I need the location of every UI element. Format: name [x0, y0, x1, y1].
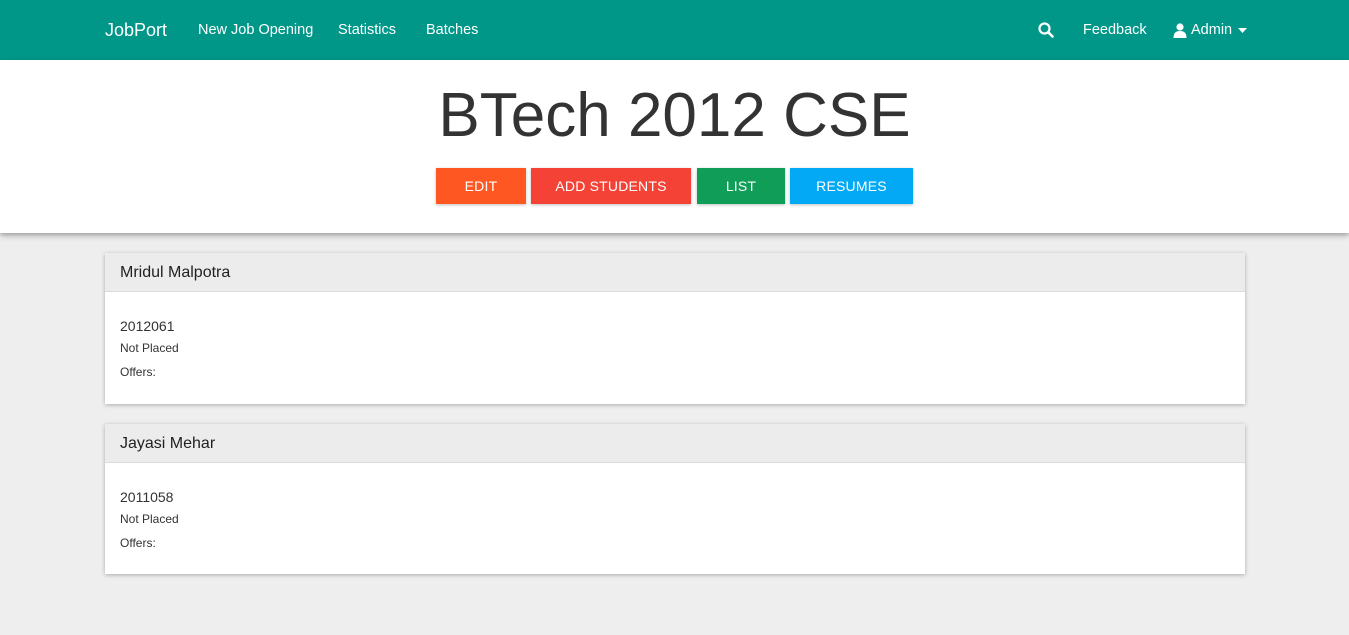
- offers-label: Offers:: [120, 365, 156, 379]
- search-icon[interactable]: [1037, 21, 1055, 39]
- admin-label: Admin: [1191, 22, 1233, 38]
- student-card: Mridul Malpotra 2012061 Not Placed Offer…: [105, 253, 1245, 404]
- offers-label: Offers:: [120, 536, 156, 550]
- student-card: Jayasi Mehar 2011058 Not Placed Offers:: [105, 424, 1245, 574]
- top-navbar: JobPort New Job Opening Statistics Batch…: [0, 0, 1349, 60]
- student-roll-number: 2012061: [120, 318, 175, 334]
- nav-batches[interactable]: Batches: [426, 0, 478, 60]
- nav-statistics[interactable]: Statistics: [338, 0, 396, 60]
- add-students-button[interactable]: ADD STUDENTS: [531, 168, 691, 204]
- placement-status: Not Placed: [120, 341, 179, 355]
- edit-button[interactable]: EDIT: [436, 168, 526, 204]
- user-icon: [1173, 22, 1187, 38]
- student-roll-number: 2011058: [120, 489, 174, 505]
- brand-link[interactable]: JobPort: [105, 0, 167, 60]
- list-button[interactable]: LIST: [697, 168, 785, 204]
- nav-new-job-opening[interactable]: New Job Opening: [198, 0, 313, 60]
- caret-down-icon: [1238, 27, 1248, 33]
- page-title: BTech 2012 CSE: [438, 81, 911, 150]
- student-name[interactable]: Jayasi Mehar: [105, 424, 1245, 463]
- admin-menu[interactable]: Admin: [1173, 0, 1248, 60]
- placement-status: Not Placed: [120, 512, 179, 526]
- batch-header: BTech 2012 CSE EDIT ADD STUDENTS LIST RE…: [0, 60, 1349, 233]
- student-name[interactable]: Mridul Malpotra: [105, 253, 1245, 292]
- resumes-button[interactable]: RESUMES: [790, 168, 913, 204]
- nav-feedback[interactable]: Feedback: [1083, 0, 1147, 60]
